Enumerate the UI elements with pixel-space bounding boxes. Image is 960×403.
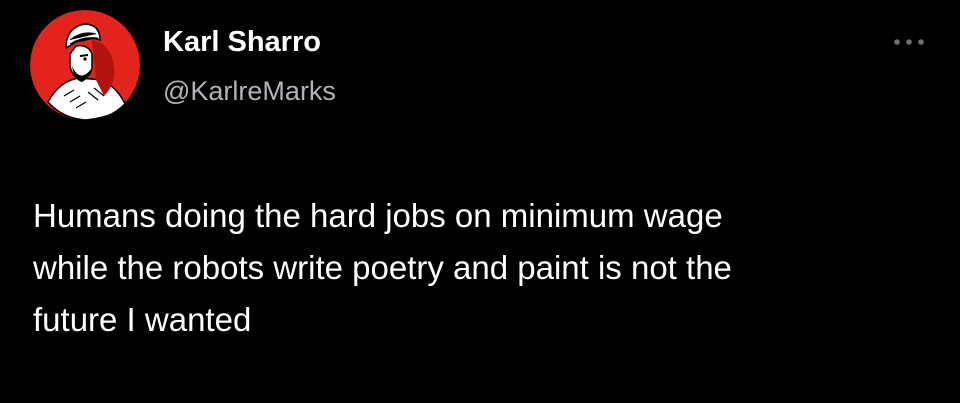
author-handle[interactable]: @KarlreMarks <box>163 74 336 108</box>
ellipsis-icon <box>894 39 924 45</box>
tweet-card: Karl Sharro @KarlreMarks Humans doing th… <box>0 0 960 403</box>
profile-avatar-illustration-icon <box>30 10 140 120</box>
more-options-button[interactable] <box>888 34 930 50</box>
author-display-name[interactable]: Karl Sharro <box>163 24 321 60</box>
profile-avatar[interactable] <box>30 10 140 120</box>
tweet-text: Humans doing the hard jobs on minimum wa… <box>33 197 732 338</box>
